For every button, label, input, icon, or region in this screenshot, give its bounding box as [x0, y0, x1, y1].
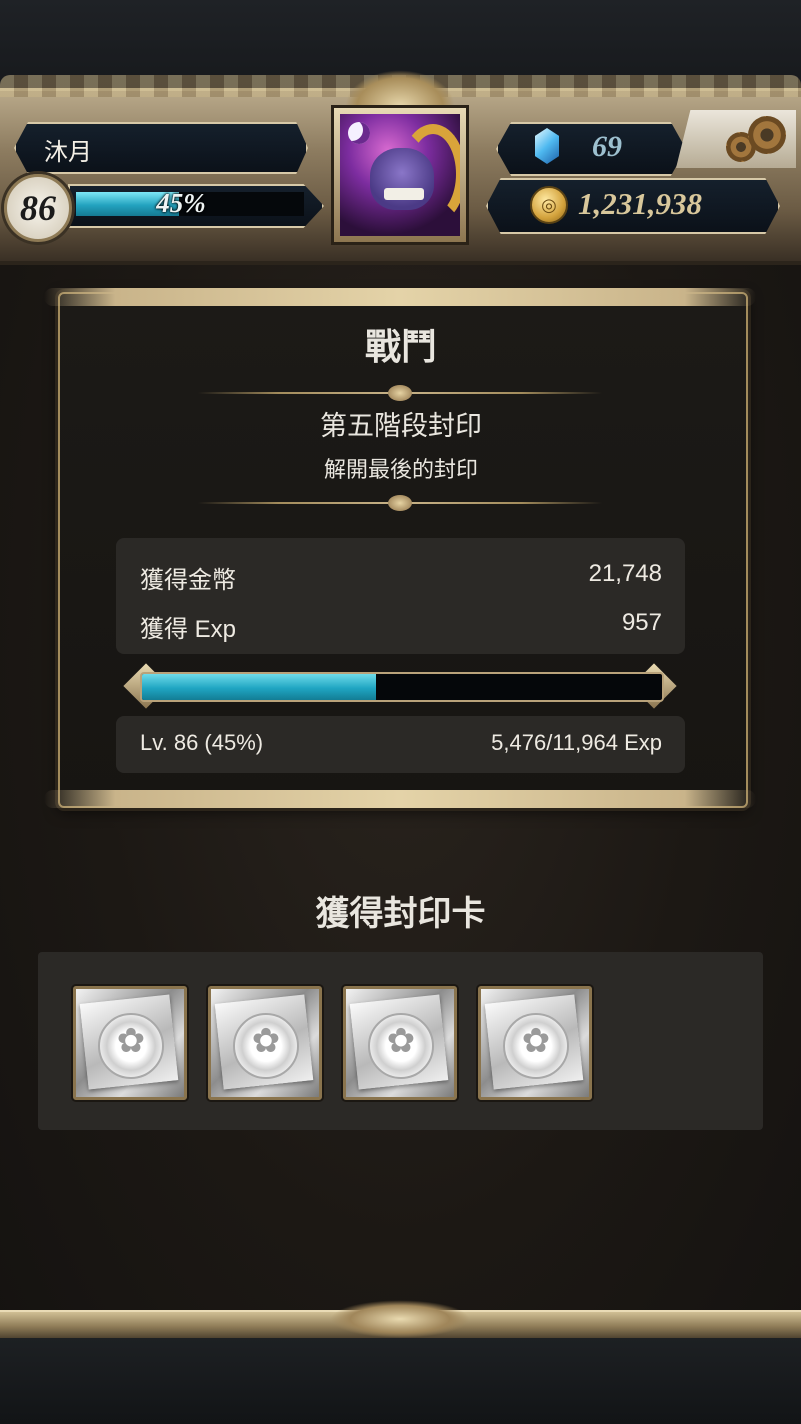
player-level-badge: 86 — [4, 174, 72, 242]
divider — [198, 495, 602, 511]
seal-card[interactable] — [478, 986, 592, 1100]
panel-top-ornament — [44, 288, 756, 306]
moon-emblem-icon — [348, 122, 370, 144]
seal-emblem-icon — [233, 1013, 299, 1079]
exp-progress-bar — [140, 672, 664, 702]
level-progress-label: Lv. 86 (45%) — [140, 730, 264, 755]
seal-emblem-icon — [98, 1013, 164, 1079]
player-level: 86 — [20, 188, 56, 228]
exp-earned-label: 獲得 Exp — [140, 616, 237, 643]
header-ornament — [345, 70, 455, 106]
cards-title: 獲得封印卡 — [315, 895, 486, 933]
exp-total-label: 5,476/11,964 Exp — [491, 730, 662, 755]
panel-bottom-ornament — [44, 790, 756, 808]
panel-title: 戰鬥 — [364, 326, 437, 367]
coin-icon: ◎ — [530, 186, 568, 224]
seal-card[interactable] — [208, 986, 322, 1100]
coins-earned-value: 21,748 — [588, 560, 662, 587]
gear-icon — [748, 116, 786, 154]
divider — [198, 385, 602, 401]
stage-subtitle: 解開最後的封印 — [323, 457, 478, 482]
seal-card[interactable] — [343, 986, 457, 1100]
demon-teeth — [384, 188, 424, 200]
gem-count: 69 — [592, 130, 622, 163]
gem-counter[interactable] — [496, 122, 686, 176]
coin-count: 1,231,938 — [578, 186, 702, 221]
seal-emblem-icon — [503, 1013, 569, 1079]
stage-title: 第五階段封印 — [320, 411, 482, 441]
seal-card[interactable] — [73, 986, 187, 1100]
player-exp-percent: 45% — [156, 188, 206, 218]
exp-earned-value: 957 — [621, 609, 662, 636]
footer-background — [0, 1338, 801, 1424]
player-avatar[interactable] — [334, 108, 466, 242]
coins-earned-label: 獲得金幣 — [140, 567, 236, 594]
seal-emblem-icon — [368, 1013, 434, 1079]
exp-progress-fill — [142, 674, 376, 700]
footer-ornament — [330, 1300, 470, 1338]
avatar-portrait — [340, 114, 460, 236]
demon-face — [370, 148, 434, 210]
player-name: 沐月 — [44, 139, 92, 166]
